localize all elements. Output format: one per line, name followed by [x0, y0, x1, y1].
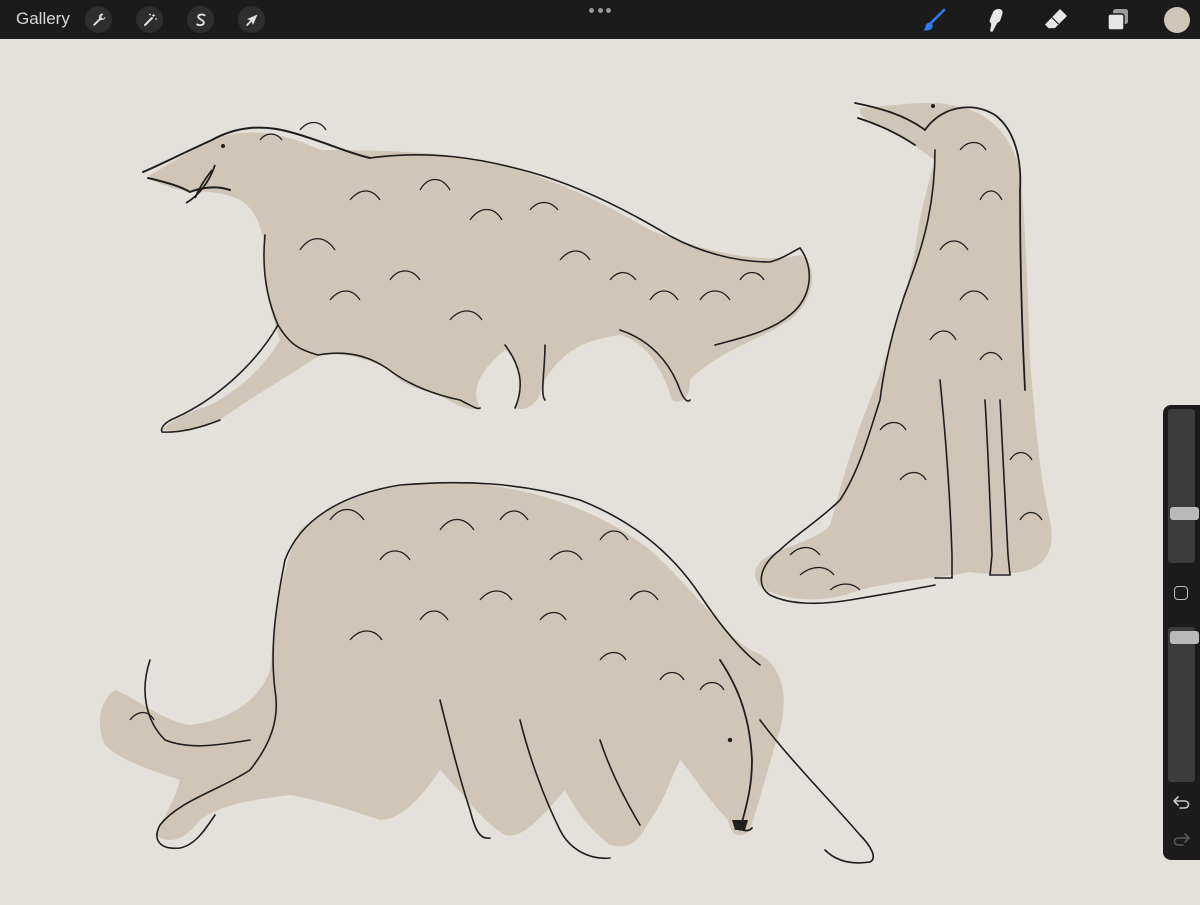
- brush-sidebar: [1163, 405, 1200, 860]
- ellipsis-icon: [589, 8, 594, 13]
- artwork: [99, 102, 1052, 864]
- drawing-canvas[interactable]: [0, 39, 1200, 900]
- adjustments-button[interactable]: [136, 6, 163, 33]
- brush-tool-button[interactable]: [920, 6, 948, 34]
- eraser-icon: [1045, 9, 1067, 29]
- borzoi-sitting-sketch: [754, 102, 1052, 605]
- borzoi-sniffing-sketch: [99, 481, 875, 864]
- opacity-slider[interactable]: [1168, 627, 1199, 782]
- eraser-tool-button[interactable]: [1042, 6, 1070, 34]
- more-options-button[interactable]: [589, 8, 611, 14]
- opacity-thumb[interactable]: [1170, 631, 1199, 644]
- wrench-icon: [92, 13, 105, 26]
- borzoi-running-sketch: [142, 121, 813, 433]
- undo-arrow-icon: [1173, 796, 1190, 809]
- brush-size-slider[interactable]: [1168, 409, 1199, 563]
- top-toolbar: Gallery: [0, 0, 1200, 39]
- undo-button[interactable]: [1172, 794, 1191, 810]
- brush-size-thumb[interactable]: [1170, 507, 1199, 520]
- transform-button[interactable]: [238, 6, 265, 33]
- redo-button[interactable]: [1172, 831, 1191, 847]
- actions-button[interactable]: [85, 6, 112, 33]
- modify-button[interactable]: [1174, 586, 1188, 600]
- paintbrush-icon: [923, 8, 946, 31]
- gallery-button[interactable]: Gallery: [16, 9, 70, 29]
- redo-arrow-icon: [1173, 833, 1190, 846]
- smudge-finger-icon: [989, 9, 1003, 32]
- selection-button[interactable]: [187, 6, 214, 33]
- layers-icon: [1107, 9, 1128, 31]
- smudge-tool-button[interactable]: [980, 6, 1008, 34]
- arrow-cursor-icon: [245, 14, 257, 26]
- layers-button[interactable]: [1104, 6, 1132, 34]
- color-picker-button[interactable]: [1164, 7, 1190, 33]
- selection-s-icon: [195, 13, 205, 26]
- magic-wand-icon: [143, 13, 157, 26]
